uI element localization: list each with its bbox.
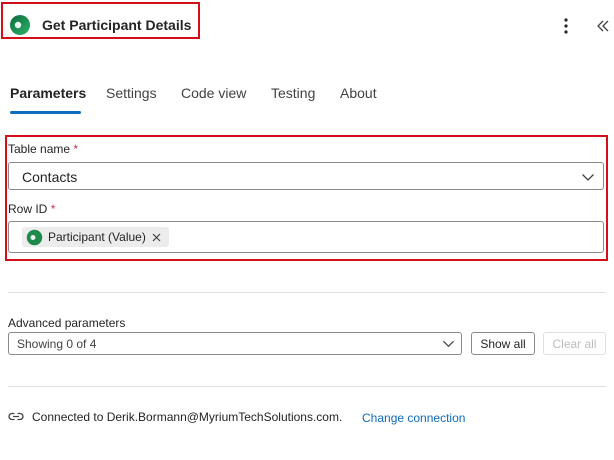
row-id-input[interactable]: Participant (Value) <box>8 221 604 253</box>
double-chevron-left-icon <box>597 20 609 32</box>
collapse-panel-button[interactable] <box>592 14 614 38</box>
show-all-button[interactable]: Show all <box>471 332 535 355</box>
more-vertical-icon <box>564 18 568 34</box>
tab-about[interactable]: About <box>340 85 377 101</box>
table-name-value: Contacts <box>22 169 78 185</box>
tab-settings[interactable]: Settings <box>106 85 157 101</box>
tab-code-view[interactable]: Code view <box>181 85 246 101</box>
table-name-select[interactable]: Contacts <box>8 162 604 190</box>
connection-status: Connected to Derik.Bormann@MyriumTechSol… <box>32 410 343 424</box>
required-mark: * <box>73 142 79 156</box>
tab-testing[interactable]: Testing <box>271 85 315 101</box>
more-options-button[interactable] <box>557 14 575 38</box>
table-name-label-text: Table name <box>8 142 71 156</box>
token-label: Participant (Value) <box>48 230 146 244</box>
dataverse-icon <box>10 15 30 35</box>
close-icon <box>152 233 161 241</box>
advanced-parameters-label: Advanced parameters <box>8 316 126 330</box>
change-connection-link[interactable]: Change connection <box>362 411 465 425</box>
advanced-parameters-select[interactable]: Showing 0 of 4 <box>8 332 462 355</box>
required-mark: * <box>50 202 56 216</box>
row-id-label-text: Row ID <box>8 202 48 216</box>
active-tab-indicator <box>10 111 81 114</box>
remove-token-button[interactable] <box>151 231 163 243</box>
advanced-parameters-value: Showing 0 of 4 <box>17 337 97 351</box>
section-divider <box>8 386 606 387</box>
tab-parameters[interactable]: Parameters <box>10 85 86 101</box>
clear-all-button[interactable]: Clear all <box>543 332 606 355</box>
dynamic-content-token[interactable]: Participant (Value) <box>22 227 169 247</box>
chevron-down-icon <box>582 174 594 181</box>
table-name-label: Table name * <box>8 142 78 156</box>
chevron-down-icon <box>442 340 455 348</box>
card-title: Get Participant Details <box>42 17 192 33</box>
section-divider <box>8 292 606 293</box>
dataverse-icon <box>26 229 43 245</box>
row-id-label: Row ID * <box>8 202 55 216</box>
link-icon <box>8 412 24 421</box>
